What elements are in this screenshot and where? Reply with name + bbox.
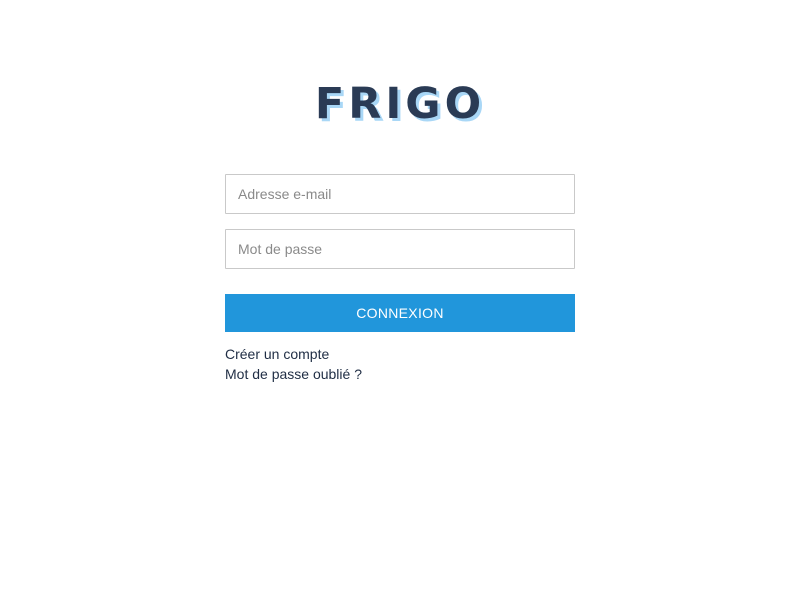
login-form: CONNEXION Créer un compte Mot de passe o…	[225, 174, 575, 384]
forgot-password-link[interactable]: Mot de passe oublié ?	[225, 364, 575, 384]
create-account-link[interactable]: Créer un compte	[225, 344, 575, 364]
auth-links: Créer un compte Mot de passe oublié ?	[225, 344, 575, 384]
login-page: FRIGO CONNEXION Créer un compte Mot de p…	[0, 0, 800, 600]
app-logo: FRIGO	[314, 79, 486, 129]
login-button[interactable]: CONNEXION	[225, 294, 575, 332]
email-field[interactable]	[225, 174, 575, 214]
password-field[interactable]	[225, 229, 575, 269]
